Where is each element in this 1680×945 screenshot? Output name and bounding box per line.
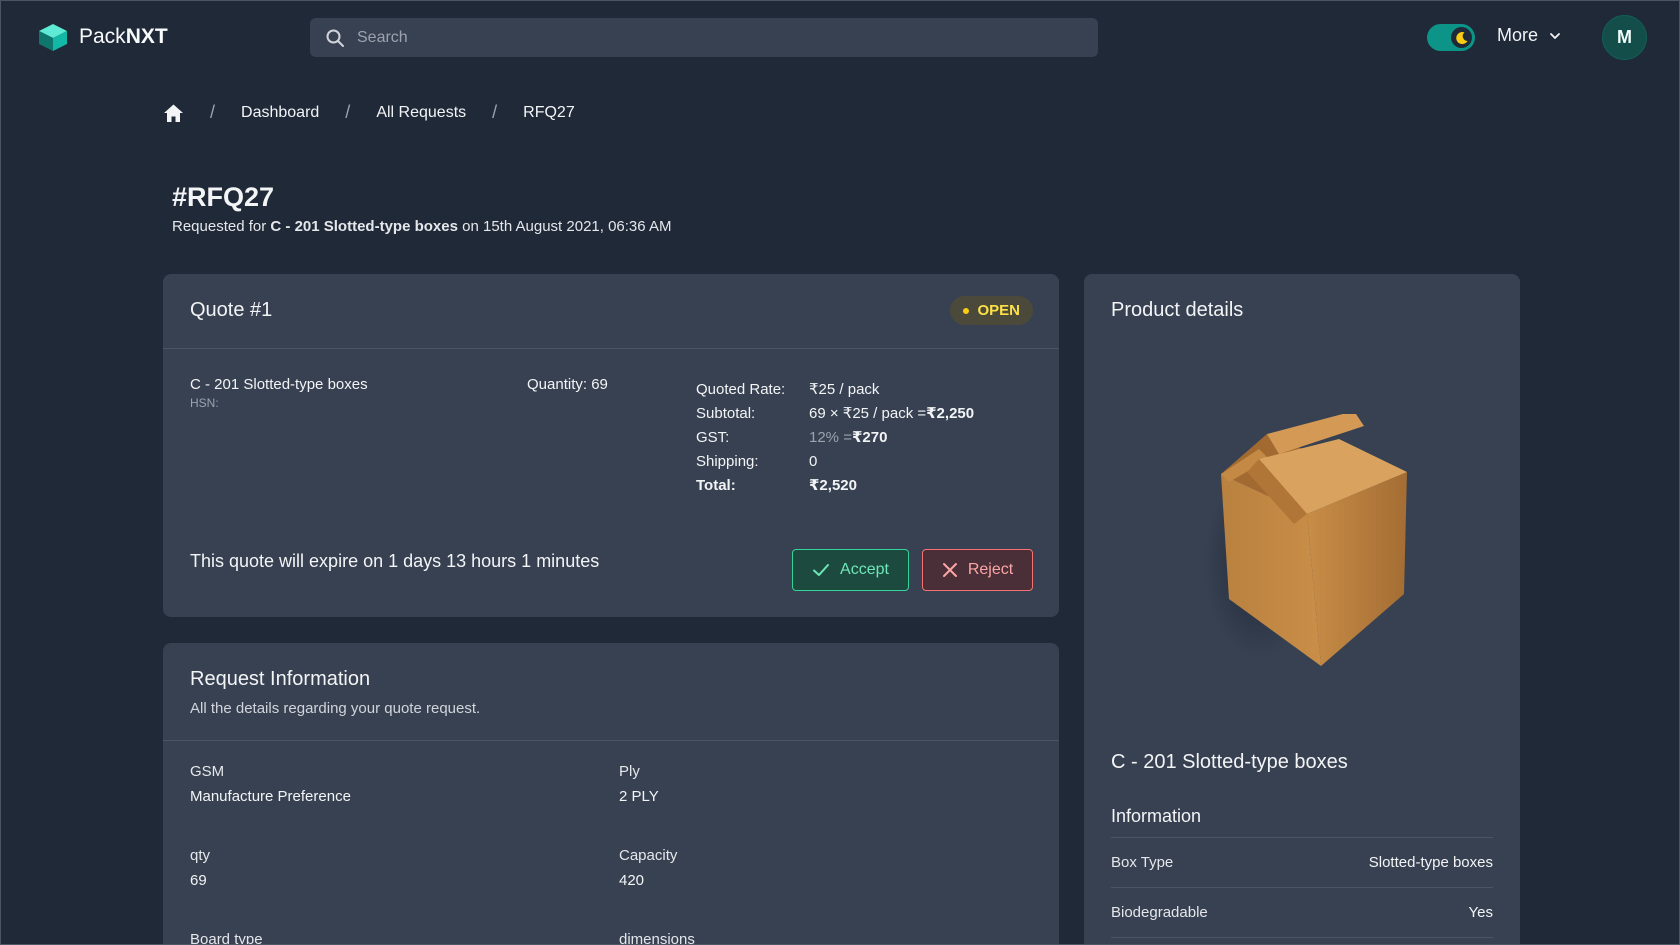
app-frame: PackNXT More M (0, 0, 1680, 945)
page-title: #RFQ27 (172, 182, 275, 212)
product-details-card: Product details C - 201 Slotted-type box… (1084, 274, 1520, 944)
quote-item-hsn: HSN: (190, 396, 219, 410)
top-navbar: PackNXT More M (1, 1, 1679, 73)
request-info-title: Request Information (190, 668, 371, 690)
product-info-table: Box Type Slotted-type boxes Biodegradabl… (1111, 837, 1493, 944)
accept-button[interactable]: Accept (792, 549, 909, 591)
home-icon[interactable] (163, 103, 184, 123)
more-menu-button[interactable]: More (1497, 25, 1562, 46)
user-avatar[interactable]: M (1602, 15, 1647, 60)
field-dimensions: dimensions (619, 931, 695, 945)
request-info-description: All the details regarding your quote req… (190, 700, 481, 717)
field-board-type: Board type (190, 931, 263, 945)
quote-card-header: Quote #1 OPEN (163, 274, 1059, 349)
more-label: More (1497, 25, 1539, 45)
page-subtitle: Requested for C - 201 Slotted-type boxes… (172, 218, 672, 235)
subtotal-row: Subtotal: 69 × ₹25 / pack = ₹2,250 (696, 404, 975, 423)
status-dot-icon (963, 307, 970, 314)
breadcrumb-separator: / (210, 102, 216, 122)
close-icon (942, 563, 957, 577)
field-qty: qty 69 (190, 847, 211, 889)
subtitle-product: C - 201 Slotted-type boxes (270, 218, 458, 235)
quote-rates: Quoted Rate: ₹25 / pack Subtotal: 69 × ₹… (696, 377, 974, 497)
gst-row: GST: 12% = ₹270 (696, 428, 888, 447)
breadcrumb-separator: / (492, 102, 498, 122)
cube-logo-icon (39, 24, 67, 51)
moon-icon (1455, 31, 1467, 44)
product-info-heading: Information (1111, 806, 1202, 826)
breadcrumb: / Dashboard / All Requests / RFQ27 (163, 102, 575, 123)
field-capacity: Capacity 420 (619, 847, 678, 889)
breadcrumb-all-requests[interactable]: All Requests (376, 104, 466, 122)
quote-item: C - 201 Slotted-type boxes HSN: (190, 376, 368, 410)
product-name: C - 201 Slotted-type boxes (1111, 751, 1348, 773)
field-gsm: GSM Manufacture Preference (190, 763, 351, 805)
search-input[interactable] (357, 28, 1057, 47)
chevron-down-icon (1550, 32, 1560, 39)
breadcrumb-separator: / (345, 102, 351, 122)
check-icon (813, 564, 830, 576)
product-details-title: Product details (1111, 299, 1244, 321)
search-icon (326, 29, 344, 47)
quote-expiry-text: This quote will expire on 1 days 13 hour… (190, 551, 600, 571)
cardboard-box-image (1204, 414, 1407, 666)
info-row-divider (1111, 937, 1493, 944)
request-info-header: Request Information All the details rega… (163, 643, 1059, 741)
quote-card: Quote #1 OPEN C - 201 Slotted-type boxes… (163, 274, 1059, 617)
quote-title: Quote #1 (190, 299, 273, 321)
quote-item-name: C - 201 Slotted-type boxes (190, 376, 368, 393)
total-row: Total: ₹2,520 (696, 476, 857, 495)
breadcrumb-dashboard[interactable]: Dashboard (241, 104, 319, 122)
shipping-row: Shipping: 0 (696, 452, 818, 470)
field-ply: Ply 2 PLY (619, 763, 659, 805)
status-badge: OPEN (950, 296, 1033, 325)
info-row-box-type: Box Type Slotted-type boxes (1111, 837, 1493, 887)
quote-quantity: Quantity: 69 (527, 376, 608, 393)
dark-mode-toggle[interactable] (1427, 24, 1475, 51)
reject-button[interactable]: Reject (922, 549, 1033, 591)
search-bar[interactable] (310, 18, 1098, 57)
logo-text: PackNXT (79, 25, 168, 48)
request-info-card: Request Information All the details rega… (163, 643, 1059, 945)
breadcrumb-current: RFQ27 (523, 103, 575, 121)
quoted-rate-row: Quoted Rate: ₹25 / pack (696, 380, 880, 399)
app-logo[interactable]: PackNXT (37, 22, 168, 52)
toggle-knob (1451, 27, 1472, 48)
info-row-biodegradable: Biodegradable Yes (1111, 887, 1493, 937)
